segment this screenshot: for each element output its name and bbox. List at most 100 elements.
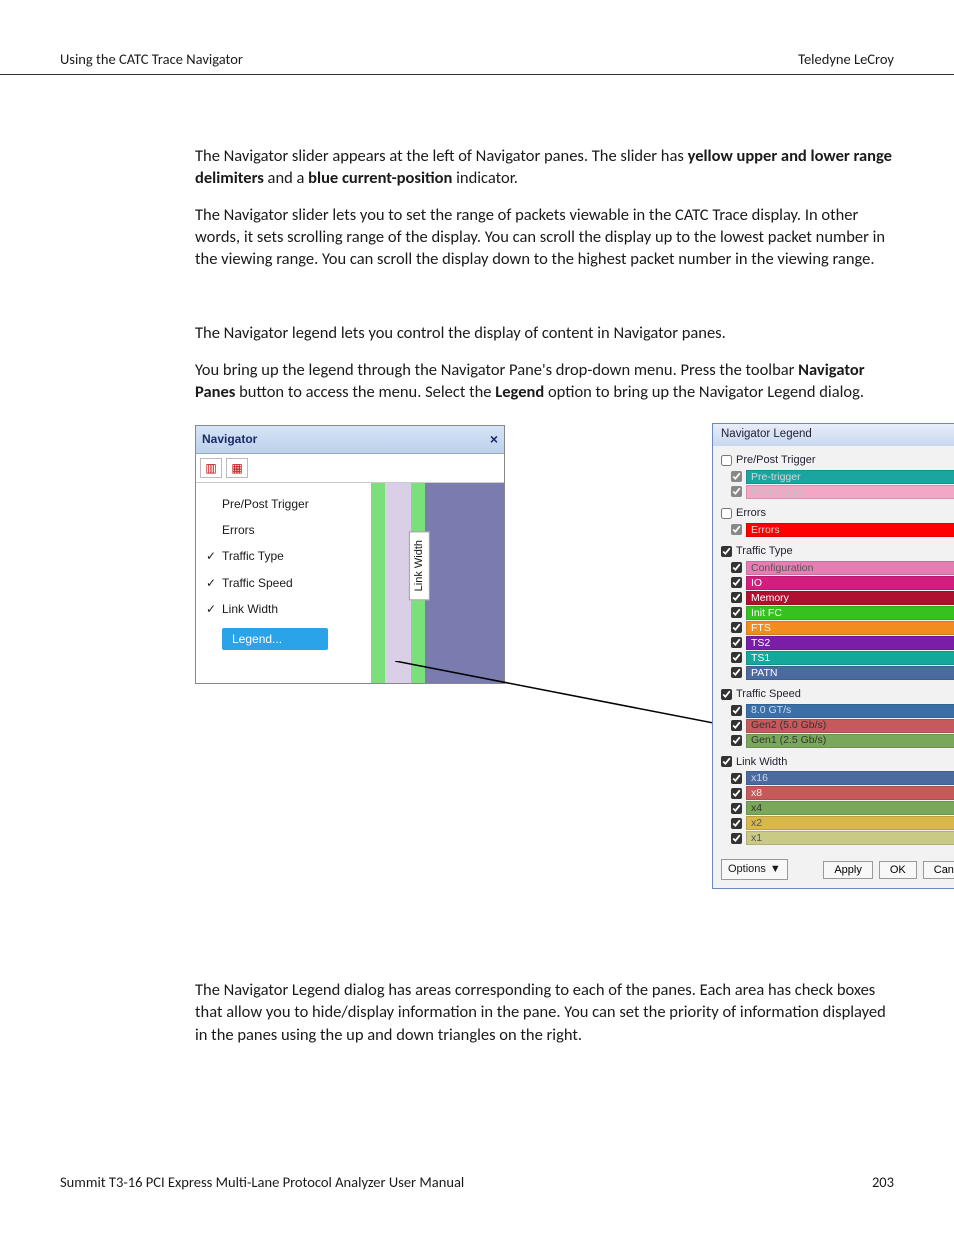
color-swatch: Pre-trigger bbox=[746, 470, 954, 484]
legend-row: TS2 bbox=[731, 636, 954, 650]
para-1: The Navigator slider appears at the left… bbox=[195, 145, 894, 190]
color-swatch: Configuration bbox=[746, 561, 954, 575]
group-checkbox[interactable] bbox=[721, 546, 732, 557]
para-5: The Navigator Legend dialog has areas co… bbox=[195, 979, 894, 1046]
item-checkbox[interactable] bbox=[731, 735, 742, 746]
item-checkbox[interactable] bbox=[731, 705, 742, 716]
item-checkbox[interactable] bbox=[731, 637, 742, 648]
legend-row: Gen1 (2.5 Gb/s) bbox=[731, 734, 954, 748]
menu-item-traffic-type[interactable]: ✓ Traffic Type bbox=[196, 543, 371, 569]
toolbar-icon-2[interactable]: ▦ bbox=[226, 458, 248, 478]
group-checkbox[interactable] bbox=[721, 756, 732, 767]
item-checkbox[interactable] bbox=[731, 577, 742, 588]
apply-button[interactable]: Apply bbox=[823, 861, 873, 879]
color-swatch: IO bbox=[746, 576, 954, 590]
lane-3: Link Width bbox=[411, 483, 425, 683]
legend-row: x16 bbox=[731, 771, 954, 785]
chevron-down-icon: ▼ bbox=[770, 862, 781, 877]
color-swatch: Init FC bbox=[746, 606, 954, 620]
legend-row: Memory bbox=[731, 591, 954, 605]
footer-left: Summit T3-16 PCI Express Multi-Lane Prot… bbox=[60, 1173, 464, 1191]
footer-page-num: 203 bbox=[872, 1173, 894, 1191]
color-swatch: TS2 bbox=[746, 636, 954, 650]
menu-item-link-width[interactable]: ✓ Link Width bbox=[196, 596, 371, 622]
legend-row: 8.0 GT/s bbox=[731, 704, 954, 718]
color-swatch: x2 bbox=[746, 816, 954, 830]
check-icon: ✓ bbox=[206, 601, 216, 617]
color-swatch: x1 bbox=[746, 831, 954, 845]
legend-row: Gen2 (5.0 Gb/s) bbox=[731, 719, 954, 733]
legend-group-head[interactable]: Traffic Type bbox=[721, 543, 954, 560]
legend-row: TS1 bbox=[731, 651, 954, 665]
item-checkbox[interactable] bbox=[731, 471, 742, 482]
para-3: The Navigator legend lets you control th… bbox=[195, 322, 894, 344]
legend-group-head[interactable]: Link Width bbox=[721, 754, 954, 771]
legend-group-head[interactable]: Pre/Post Trigger bbox=[721, 452, 954, 469]
menu-item-pre-post-trigger[interactable]: Pre/Post Trigger bbox=[196, 491, 371, 517]
menu-item-traffic-speed[interactable]: ✓ Traffic Speed bbox=[196, 570, 371, 596]
legend-row: x1 bbox=[731, 831, 954, 845]
menu-item-errors[interactable]: Errors bbox=[196, 517, 371, 543]
legend-row: FTS bbox=[731, 621, 954, 635]
legend-group: ErrorsErrors▲▼ bbox=[721, 505, 954, 537]
legend-title: Navigator Legend bbox=[721, 427, 812, 443]
navigator-titlebar: Navigator × bbox=[196, 426, 504, 454]
navigator-menu: Pre/Post Trigger Errors ✓ Traffic Type ✓… bbox=[196, 483, 371, 683]
item-checkbox[interactable] bbox=[731, 788, 742, 799]
lane-4 bbox=[425, 483, 504, 683]
item-checkbox[interactable] bbox=[731, 562, 742, 573]
legend-row: Errors bbox=[731, 523, 954, 537]
options-button[interactable]: Options ▼ bbox=[721, 859, 788, 880]
lane-2 bbox=[385, 483, 411, 683]
item-checkbox[interactable] bbox=[731, 818, 742, 829]
para-2: The Navigator slider lets you to set the… bbox=[195, 204, 894, 271]
legend-row: Configuration bbox=[731, 561, 954, 575]
ok-button[interactable]: OK bbox=[879, 861, 917, 879]
legend-row: Pre-trigger bbox=[731, 470, 954, 484]
legend-row: IO bbox=[731, 576, 954, 590]
page-footer: Summit T3-16 PCI Express Multi-Lane Prot… bbox=[60, 1173, 894, 1191]
group-checkbox[interactable] bbox=[721, 508, 732, 519]
close-icon[interactable]: × bbox=[490, 430, 498, 449]
header-left: Using the CATC Trace Navigator bbox=[60, 50, 243, 68]
legend-row: Init FC bbox=[731, 606, 954, 620]
navigator-toolbar: ▥ ▦ bbox=[196, 454, 504, 483]
check-icon: ✓ bbox=[206, 575, 216, 591]
item-checkbox[interactable] bbox=[731, 667, 742, 678]
cancel-button[interactable]: Cancel bbox=[923, 861, 954, 879]
color-swatch: 8.0 GT/s bbox=[746, 704, 954, 718]
navigator-legend-dialog: Navigator Legend ✕ Pre/Post TriggerPre-t… bbox=[712, 423, 954, 889]
legend-group: Traffic Speed 8.0 GT/sGen2 (5.0 Gb/s)Gen1… bbox=[721, 686, 954, 748]
group-label: Link Width bbox=[736, 755, 787, 770]
page-header: Using the CATC Trace Navigator Teledyne … bbox=[0, 0, 954, 75]
item-checkbox[interactable] bbox=[731, 720, 742, 731]
menu-item-legend[interactable]: Legend... bbox=[222, 628, 328, 650]
group-label: Errors bbox=[736, 506, 766, 521]
item-checkbox[interactable] bbox=[731, 592, 742, 603]
item-checkbox[interactable] bbox=[731, 803, 742, 814]
color-swatch: x4 bbox=[746, 801, 954, 815]
group-checkbox[interactable] bbox=[721, 455, 732, 466]
item-checkbox[interactable] bbox=[731, 607, 742, 618]
item-checkbox[interactable] bbox=[731, 652, 742, 663]
legend-row: x2 bbox=[731, 816, 954, 830]
navigator-panel: Navigator × ▥ ▦ Pre/Post Trigger Errors bbox=[195, 425, 505, 684]
color-swatch: Gen1 (2.5 Gb/s) bbox=[746, 734, 954, 748]
toolbar-icon-1[interactable]: ▥ bbox=[200, 458, 222, 478]
figure-area: Navigator × ▥ ▦ Pre/Post Trigger Errors bbox=[195, 425, 894, 945]
item-checkbox[interactable] bbox=[731, 773, 742, 784]
color-swatch: x16 bbox=[746, 771, 954, 785]
item-checkbox[interactable] bbox=[731, 622, 742, 633]
legend-titlebar: Navigator Legend ✕ bbox=[713, 424, 954, 446]
item-checkbox[interactable] bbox=[731, 524, 742, 535]
check-icon: ✓ bbox=[206, 548, 216, 564]
group-checkbox[interactable] bbox=[721, 689, 732, 700]
legend-row: PATN bbox=[731, 666, 954, 680]
legend-group-head[interactable]: Traffic Speed bbox=[721, 686, 954, 703]
item-checkbox[interactable] bbox=[731, 833, 742, 844]
legend-body: Pre/Post TriggerPre-triggerPost-trigger▲… bbox=[713, 446, 954, 853]
legend-group-head[interactable]: Errors bbox=[721, 505, 954, 522]
group-label: Traffic Speed bbox=[736, 687, 801, 702]
navigator-title: Navigator bbox=[202, 431, 257, 447]
item-checkbox[interactable] bbox=[731, 486, 742, 497]
